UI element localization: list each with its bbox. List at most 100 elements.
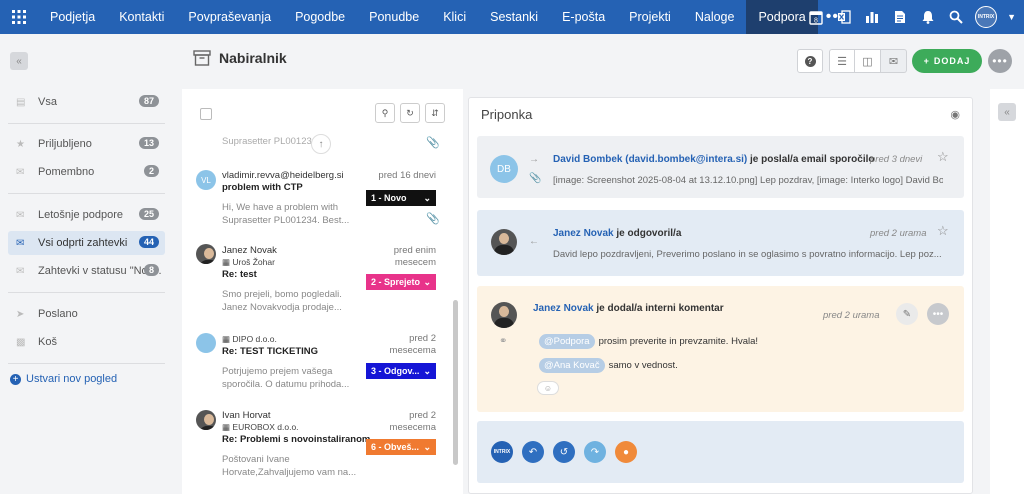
- calendar-icon[interactable]: 8: [807, 8, 825, 26]
- list-scrollbar[interactable]: [453, 300, 458, 465]
- send-icon: ➤: [16, 308, 25, 320]
- actor-name[interactable]: Janez Novak: [533, 303, 594, 314]
- reply-all-button[interactable]: ↺: [553, 441, 575, 463]
- star-icon[interactable]: ☆: [937, 149, 949, 165]
- refresh-button[interactable]: ↻: [400, 103, 420, 123]
- count-badge: 87: [138, 95, 159, 107]
- right-panel: «: [990, 89, 1024, 494]
- entry-header: David Bombek (david.bombek@intera.si) je…: [553, 154, 875, 165]
- create-view-link[interactable]: + Ustvari nov pogled: [10, 373, 117, 385]
- timestamp: pred 3 dnevi: [870, 154, 923, 165]
- help-button[interactable]: ?: [797, 49, 823, 73]
- preview: Smo prejeli, bomo pogledali. Janez Novak…: [222, 289, 342, 313]
- page-title: Nabiralnik: [219, 50, 287, 66]
- list-item[interactable]: Janez Novak ▦ Uroš Žohar Re: test Smo pr…: [182, 241, 452, 321]
- sidebar-item-vsa[interactable]: ▤ Vsa 87: [8, 90, 165, 114]
- organization: ▦ DIPO d.o.o.: [222, 334, 277, 344]
- nav-naloge[interactable]: Naloge: [683, 0, 747, 34]
- comment-icon: ●: [622, 446, 630, 458]
- list-item[interactable]: VL vladimir.revva@heidelberg.si problem …: [182, 164, 452, 234]
- eye-icon[interactable]: ◉: [950, 108, 960, 121]
- nav-pogodbe[interactable]: Pogodbe: [283, 0, 357, 34]
- more-options-button[interactable]: •••: [988, 49, 1012, 73]
- timestamp: pred enim mesecem: [393, 245, 436, 268]
- paperclip-icon: 📎: [529, 173, 542, 184]
- reply-icon: ↶: [528, 446, 538, 458]
- user-avatar[interactable]: INTRIX: [975, 6, 998, 28]
- bar-chart-icon[interactable]: [863, 8, 881, 26]
- reply-button[interactable]: ↶: [522, 441, 544, 463]
- sidebar-item-label: Poslano: [38, 308, 78, 320]
- subject: Re: test: [222, 269, 257, 280]
- status-badge[interactable]: 1 - Novo ⌄: [366, 190, 436, 206]
- nav-ponudbe[interactable]: Ponudbe: [357, 0, 431, 34]
- avatar: [196, 410, 216, 430]
- count-badge: 2: [143, 165, 159, 177]
- nav-povprasevanja[interactable]: Povpraševanja: [176, 0, 283, 34]
- sidebar-item-priljubljeno[interactable]: ★ Priljubljeno 13: [8, 132, 165, 156]
- nav-podjetja[interactable]: Podjetja: [38, 0, 107, 34]
- search-icon[interactable]: [947, 8, 965, 26]
- scroll-up-button[interactable]: ↑: [311, 134, 331, 154]
- subject: Re: Problemi s novoinstaliranom...: [222, 434, 379, 445]
- sidebar-item-vsi-odprti-zahtevki[interactable]: ✉ Vsi odprti zahtevki 44: [8, 231, 165, 255]
- sidebar-item-poslano[interactable]: ➤ Poslano: [8, 302, 165, 326]
- nav-eposta[interactable]: E-pošta: [550, 0, 617, 34]
- mention-tag[interactable]: @Podpora: [539, 334, 595, 349]
- sidebar-item-letosnje-podpore[interactable]: ✉ Letošnje podpore 25: [8, 203, 165, 227]
- actor-name[interactable]: Janez Novak: [553, 228, 614, 239]
- nav-projekti[interactable]: Projekti: [617, 0, 683, 34]
- divider: [8, 123, 165, 124]
- action-text: je dodal/a interni komentar: [596, 303, 724, 314]
- list-search-button[interactable]: ⚲: [375, 103, 395, 123]
- timeline-entry[interactable]: ← Janez Novak je odgovoril/a David lepo …: [477, 210, 964, 276]
- document-icon[interactable]: [891, 8, 909, 26]
- collapse-sidebar-button[interactable]: «: [10, 52, 28, 70]
- comment-button[interactable]: ●: [615, 441, 637, 463]
- timeline-entry[interactable]: DB → 📎 David Bombek (david.bombek@intera…: [477, 136, 964, 198]
- link-icon: ⚭: [499, 336, 508, 347]
- preview: Poštovani Ivane Horvate,Zahvaljujemo vam…: [222, 454, 357, 478]
- columns-view-button[interactable]: ◫: [855, 49, 881, 73]
- add-reaction-button[interactable]: ☺: [537, 381, 559, 395]
- nav-kontakti[interactable]: Kontakti: [107, 0, 176, 34]
- status-badge[interactable]: 3 - Odgov... ⌄: [366, 363, 436, 379]
- pencil-icon: ✎: [902, 308, 912, 320]
- bell-icon[interactable]: [919, 8, 937, 26]
- timestamp: pred 2 urama: [823, 310, 880, 321]
- app-grid-icon[interactable]: [0, 0, 38, 34]
- expand-right-panel-button[interactable]: «: [998, 103, 1016, 121]
- action-text: je poslal/a email sporočilo: [750, 154, 875, 165]
- question-icon: ?: [804, 55, 816, 67]
- list-view-button[interactable]: ☰: [829, 49, 855, 73]
- edit-button[interactable]: ✎: [896, 303, 918, 325]
- forward-button[interactable]: ↷: [584, 441, 606, 463]
- sender: vladimir.revva@heidelberg.si: [222, 170, 344, 181]
- nav-sestanki[interactable]: Sestanki: [478, 0, 550, 34]
- plus-icon: +: [923, 56, 930, 66]
- forward-icon: ↷: [590, 446, 600, 458]
- more-options-button[interactable]: •••: [927, 303, 949, 325]
- timestamp: pred 16 dnevi: [378, 170, 436, 181]
- status-badge[interactable]: 6 - Obveš... ⌄: [366, 439, 436, 455]
- chevron-down-icon[interactable]: ▼: [1007, 12, 1016, 22]
- status-badge[interactable]: 2 - Sprejeto ⌄: [366, 274, 436, 290]
- inbox-view-button[interactable]: ✉: [881, 49, 907, 73]
- add-button[interactable]: + DODAJ: [912, 49, 982, 73]
- star-icon[interactable]: ☆: [937, 223, 949, 239]
- sidebar-item-kos[interactable]: ▩ Koš: [8, 330, 165, 354]
- sidebar-item-pomembno[interactable]: ✉ Pomembno 2: [8, 160, 165, 184]
- calendar-day-label: 8: [814, 17, 818, 24]
- mention-tag[interactable]: @Ana Kovač: [539, 358, 605, 373]
- list-item[interactable]: ▦ DIPO d.o.o. Re: TEST TICKETING Potrjuj…: [182, 332, 452, 402]
- excel-icon[interactable]: [835, 8, 853, 26]
- avatar: [491, 229, 517, 255]
- sidebar-item-zahtevki-v-statusu[interactable]: ✉ Zahtevki v statusu "Nov... 8: [8, 259, 165, 283]
- comment-text: prosim preverite in prevzamite. Hvala!: [598, 336, 759, 347]
- list-item[interactable]: Ivan Horvat ▦ EUROBOX d.o.o. Re: Problem…: [182, 407, 452, 494]
- sort-button[interactable]: ⇵: [425, 103, 445, 123]
- select-all-checkbox[interactable]: [200, 108, 212, 120]
- entry-header: Janez Novak je dodal/a interni komentar: [533, 303, 724, 314]
- nav-klici[interactable]: Klici: [431, 0, 478, 34]
- actor-name[interactable]: David Bombek (david.bombek@intera.si): [553, 154, 747, 165]
